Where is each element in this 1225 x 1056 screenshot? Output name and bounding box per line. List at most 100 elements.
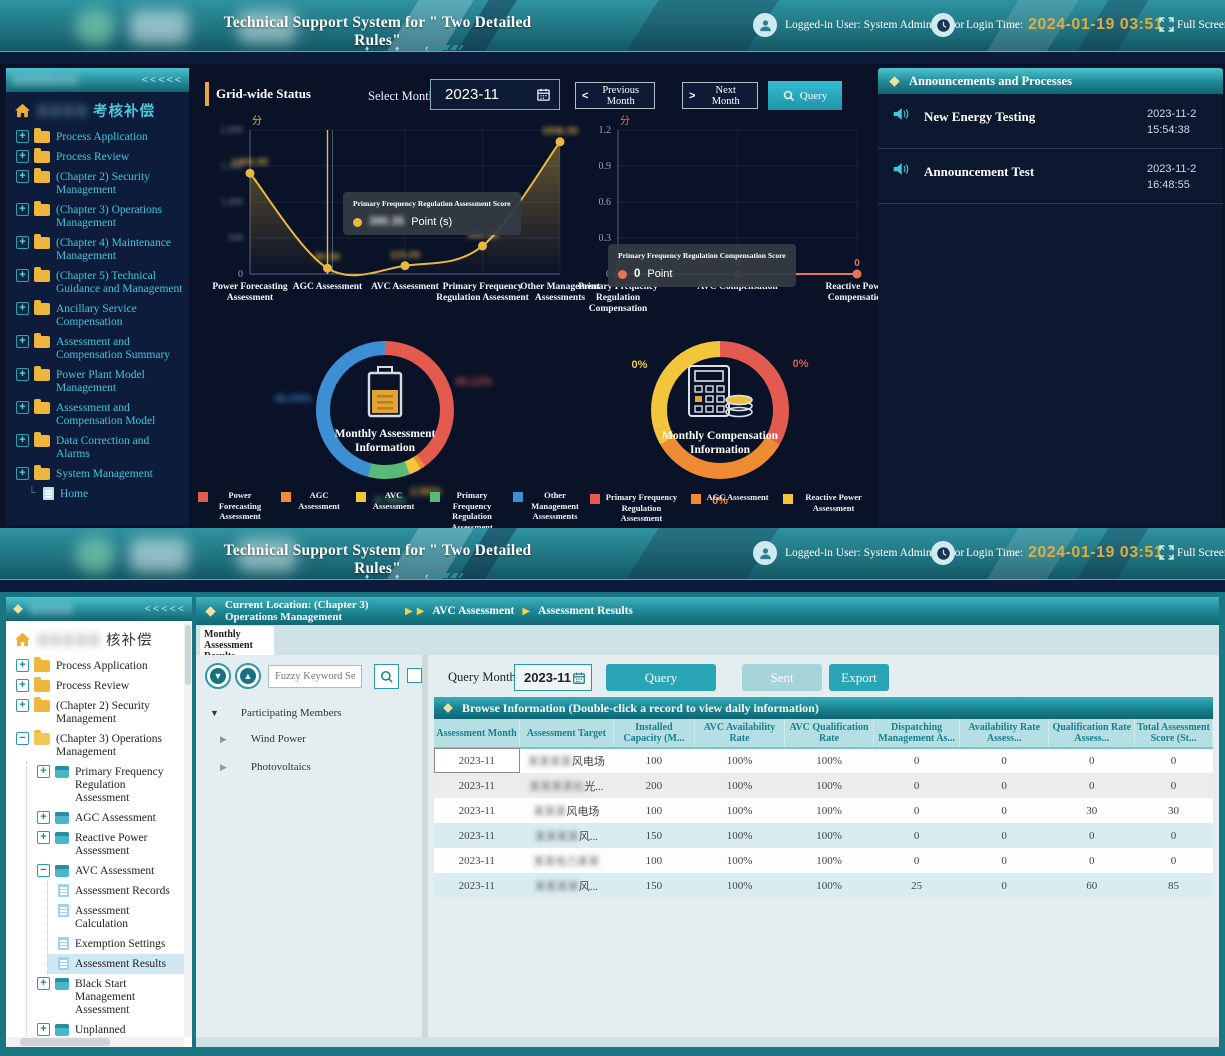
- sidebar-item-avc-assessment[interactable]: −AVC Assessment: [27, 861, 184, 881]
- sidebar-item-ancillary-service-compensation[interactable]: +Ancillary Service Compensation: [6, 299, 189, 332]
- horizontal-scrollbar[interactable]: [6, 1037, 184, 1047]
- sidebar-item-agc-assessment[interactable]: +AGC Assessment: [27, 808, 184, 828]
- table-row[interactable]: 2023-11某某某某风电场100100%100%0000: [434, 748, 1213, 773]
- calendar-icon[interactable]: [572, 671, 586, 685]
- column-header-qualification-rate-assess[interactable]: Qualification Rate Assess...: [1049, 719, 1135, 748]
- sidebar-item-assessment-and-compensation-summary[interactable]: +Assessment and Compensation Summary: [6, 332, 189, 365]
- expand-triangle-icon[interactable]: ▶: [220, 734, 227, 745]
- expand-all-button[interactable]: ▲: [235, 663, 261, 689]
- collapse-triangle-icon[interactable]: ▼: [210, 708, 219, 718]
- query-month-value[interactable]: 2023-11: [524, 670, 572, 685]
- full-screen-icon[interactable]: [1158, 16, 1175, 38]
- sidebar-collapse-arrows[interactable]: <<<<<: [145, 603, 186, 615]
- expand-icon[interactable]: +: [16, 302, 29, 315]
- expand-icon[interactable]: +: [16, 203, 29, 216]
- expand-icon[interactable]: +: [16, 236, 29, 249]
- sidebar-item-home[interactable]: └Home: [6, 484, 189, 504]
- month-value[interactable]: 2023-11: [445, 86, 536, 103]
- table-row[interactable]: 2023-11某某某某风...150100%100%2506085: [434, 873, 1213, 898]
- sidebar-item-power-plant-model-management[interactable]: +Power Plant Model Management: [6, 365, 189, 398]
- previous-month-button[interactable]: <Previous Month: [575, 82, 655, 109]
- table-row[interactable]: 2023-11某某某某机光...200100%100%0000: [434, 773, 1213, 798]
- announcement-new-energy-testing[interactable]: New Energy Testing2023-11-215:54:38: [878, 94, 1223, 149]
- sidebar-item-assessment-and-compensation-model[interactable]: +Assessment and Compensation Model: [6, 398, 189, 431]
- fuzzy-search-input[interactable]: [268, 665, 362, 688]
- query-month-input[interactable]: 2023-11: [514, 664, 592, 691]
- expand-icon[interactable]: +: [16, 150, 29, 163]
- sidebar-item-process-application[interactable]: +Process Application: [6, 127, 189, 147]
- expand-icon[interactable]: +: [16, 467, 29, 480]
- expand-icon[interactable]: +: [37, 811, 50, 824]
- expand-icon[interactable]: +: [16, 335, 29, 348]
- sidebar-item-chapter-4-maintenance-management[interactable]: +(Chapter 4) Maintenance Management: [6, 233, 189, 266]
- table-row[interactable]: 2023-11某某电力某某100100%100%0000: [434, 848, 1213, 873]
- sidebar-item-exemption-settings[interactable]: Exemption Settings: [48, 934, 184, 954]
- month-input[interactable]: 2023-11: [430, 79, 560, 110]
- tab-monthly-assessment-results[interactable]: Monthly Assessment Results: [200, 626, 274, 655]
- column-header-availability-rate-assess[interactable]: Availability Rate Assess...: [959, 719, 1049, 748]
- collapse-icon[interactable]: −: [16, 732, 29, 745]
- expand-icon[interactable]: +: [16, 699, 29, 712]
- expand-icon[interactable]: +: [16, 401, 29, 414]
- expand-icon[interactable]: +: [16, 659, 29, 672]
- breadcrumb-item-avc-assessment[interactable]: AVC Assessment: [432, 605, 514, 617]
- sidebar-item-chapter-3-operations-management[interactable]: +(Chapter 3) Operations Management: [6, 200, 189, 233]
- expand-icon[interactable]: +: [16, 679, 29, 692]
- sidebar-item-system-management[interactable]: +System Management: [6, 464, 189, 484]
- sidebar-item-assessment-results[interactable]: Assessment Results: [48, 954, 184, 974]
- sidebar-item-chapter-5-technical-guidance-and-management[interactable]: +(Chapter 5) Technical Guidance and Mana…: [6, 266, 189, 299]
- column-header-assessment-target[interactable]: Assessment Target: [520, 719, 613, 748]
- sent-button[interactable]: Sent: [742, 664, 822, 691]
- participating-members-header[interactable]: ▼ Participating Members: [210, 707, 341, 719]
- expand-icon[interactable]: +: [16, 269, 29, 282]
- query-button[interactable]: Query: [606, 664, 716, 691]
- expand-icon[interactable]: +: [16, 434, 29, 447]
- export-button[interactable]: Export: [829, 664, 889, 691]
- sidebar-item-process-application[interactable]: +Process Application: [6, 656, 184, 676]
- full-screen-label[interactable]: Full Screen: [1177, 547, 1225, 559]
- sidebar-item-process-review[interactable]: +Process Review: [6, 147, 189, 167]
- expand-icon[interactable]: +: [16, 170, 29, 183]
- full-screen-icon[interactable]: [1158, 544, 1175, 566]
- expand-icon[interactable]: +: [16, 130, 29, 143]
- column-header-total-assessment-score-st[interactable]: Total Assessment Score (St...: [1135, 719, 1213, 748]
- member-search-button[interactable]: [374, 664, 399, 689]
- column-header-avc-availability-rate[interactable]: AVC Availability Rate: [695, 719, 785, 748]
- sidebar-item-primary-frequency-regulation-assessment[interactable]: +Primary Frequency Regulation Assessment: [27, 762, 184, 808]
- expand-icon[interactable]: +: [16, 368, 29, 381]
- sidebar-header[interactable]: 某某某某系统 <<<<<: [6, 68, 189, 92]
- breadcrumb-item-assessment-results[interactable]: Assessment Results: [538, 605, 633, 617]
- table-row[interactable]: 2023-11某某某风电场100100%100%003030: [434, 798, 1213, 823]
- member-item-photovoltaics[interactable]: ▶Photovoltaics: [220, 761, 311, 773]
- table-row[interactable]: 2023-11某某某某风...150100%100%0000: [434, 823, 1213, 848]
- collapse-all-button[interactable]: ▼: [205, 663, 231, 689]
- announcement-announcement-test[interactable]: Announcement Test2023-11-216:48:55: [878, 149, 1223, 204]
- expand-icon[interactable]: +: [37, 765, 50, 778]
- expand-icon[interactable]: +: [37, 977, 50, 990]
- calendar-icon[interactable]: [536, 87, 551, 102]
- sidebar-item-chapter-2-security-management[interactable]: +(Chapter 2) Security Management: [6, 167, 189, 200]
- sidebar-header[interactable]: 某某某某 <<<<<: [6, 597, 192, 621]
- sidebar-item-reactive-power-assessment[interactable]: +Reactive Power Assessment: [27, 828, 184, 861]
- sidebar-item-data-correction-and-alarms[interactable]: +Data Correction and Alarms: [6, 431, 189, 464]
- select-all-checkbox[interactable]: [407, 668, 422, 683]
- sidebar-item-black-start-management-assessment[interactable]: +Black Start Management Assessment: [27, 974, 184, 1020]
- sidebar-item-chapter-3-operations-management[interactable]: −(Chapter 3) Operations Management: [6, 729, 184, 762]
- expand-icon[interactable]: +: [37, 1023, 50, 1036]
- sidebar-item-chapter-2-security-management[interactable]: +(Chapter 2) Security Management: [6, 696, 184, 729]
- sidebar-item-assessment-calculation[interactable]: Assessment Calculation: [48, 901, 184, 934]
- vertical-scrollbar[interactable]: [184, 623, 192, 1037]
- column-header-dispatching-management-as[interactable]: Dispatching Management As...: [874, 719, 960, 748]
- column-header-assessment-month[interactable]: Assessment Month: [434, 719, 520, 748]
- expand-triangle-icon[interactable]: ▶: [220, 762, 227, 773]
- query-button[interactable]: Query: [768, 81, 842, 110]
- member-item-wind-power[interactable]: ▶Wind Power: [220, 733, 306, 745]
- sidebar-item-assessment-records[interactable]: Assessment Records: [48, 881, 184, 901]
- next-month-button[interactable]: >Next Month: [682, 82, 758, 109]
- sidebar-collapse-arrows[interactable]: <<<<<: [142, 74, 183, 86]
- expand-icon[interactable]: +: [37, 831, 50, 844]
- column-header-avc-qualification-rate[interactable]: AVC Qualification Rate: [784, 719, 874, 748]
- collapse-icon[interactable]: −: [37, 864, 50, 877]
- full-screen-label[interactable]: Full Screen: [1177, 19, 1225, 31]
- column-header-installed-capacity-m[interactable]: Installed Capacity (M...: [613, 719, 695, 748]
